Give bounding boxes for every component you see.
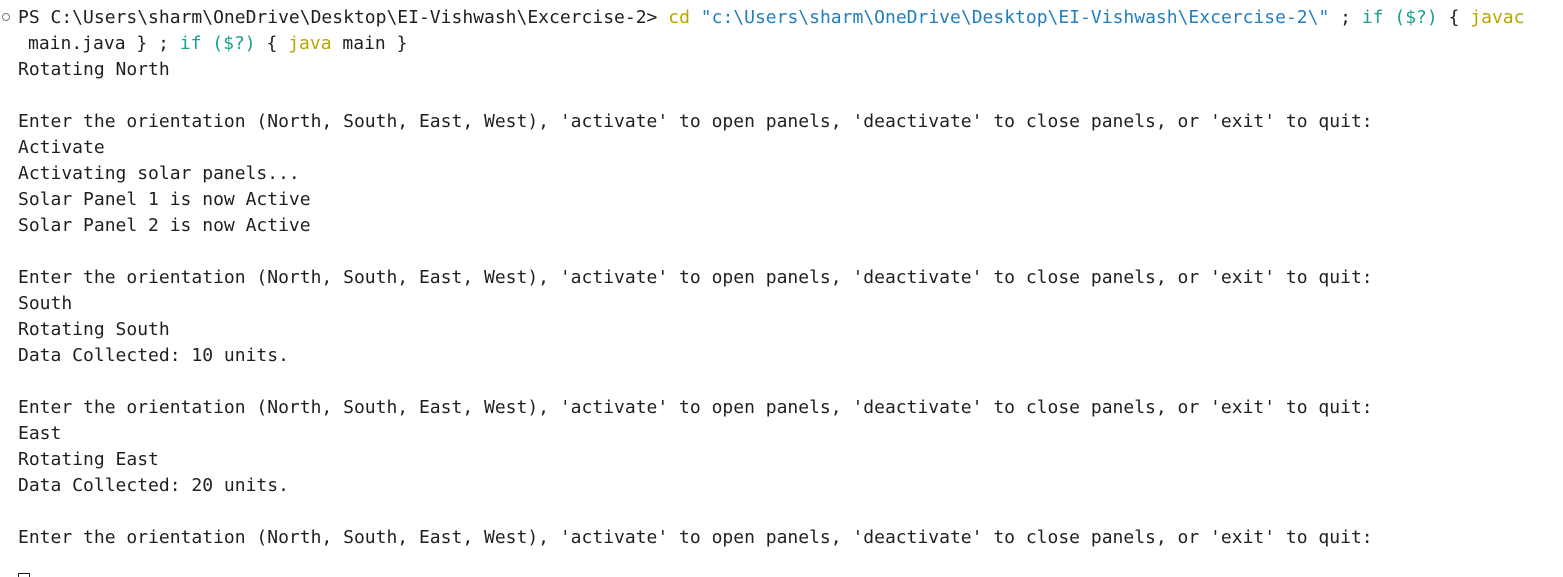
command-decoration-icon[interactable]: [2, 13, 10, 21]
output-line: Rotating East: [18, 449, 159, 470]
prompt-path: PS C:\Users\sharm\OneDrive\Desktop\EI-Vi…: [18, 7, 658, 28]
condition: ($?): [212, 33, 256, 54]
java-class-argument: main: [342, 33, 386, 54]
output-line: Solar Panel 1 is now Active: [18, 189, 311, 210]
command-line: PS C:\Users\sharm\OneDrive\Desktop\EI-Vi…: [2, 5, 1563, 31]
output-line: Enter the orientation (North, South, Eas…: [18, 397, 1373, 418]
output-line: Data Collected: 10 units.: [18, 345, 289, 366]
output-line: Rotating North: [18, 59, 170, 80]
command-line-continuation: main.java } ; if ($?) { java main }: [18, 31, 1563, 57]
separator: ;: [1340, 7, 1351, 28]
text-cursor: [18, 573, 30, 577]
condition: ($?): [1394, 7, 1438, 28]
brace-close: }: [136, 33, 148, 54]
brace-open: {: [266, 33, 278, 54]
output-line: Enter the orientation (North, South, Eas…: [18, 527, 1373, 548]
javac-file-argument: main.java: [28, 33, 126, 54]
javac-command: javac: [1470, 7, 1525, 28]
if-keyword: if: [1361, 7, 1384, 28]
user-input-line: South: [18, 293, 73, 314]
output-line: Enter the orientation (North, South, Eas…: [18, 267, 1373, 288]
brace-close: }: [396, 33, 408, 54]
user-input-line: Activate: [18, 137, 105, 158]
terminal-output[interactable]: PS C:\Users\sharm\OneDrive\Desktop\EI-Vi…: [0, 0, 1563, 577]
cd-path-argument: "c:\Users\sharm\OneDrive\Desktop\EI-Vish…: [700, 7, 1330, 28]
java-command: java: [288, 33, 332, 54]
output-line: Solar Panel 2 is now Active: [18, 215, 311, 236]
separator: ;: [158, 33, 169, 54]
user-input-line: East: [18, 423, 62, 444]
brace-open: {: [1448, 7, 1460, 28]
cd-command: cd: [668, 7, 690, 28]
if-keyword: if: [179, 33, 202, 54]
output-line: Activating solar panels...: [18, 163, 300, 184]
output-line: Rotating South: [18, 319, 170, 340]
output-line: Enter the orientation (North, South, Eas…: [18, 111, 1373, 132]
output-line: Data Collected: 20 units.: [18, 475, 289, 496]
input-line[interactable]: [18, 551, 1563, 577]
